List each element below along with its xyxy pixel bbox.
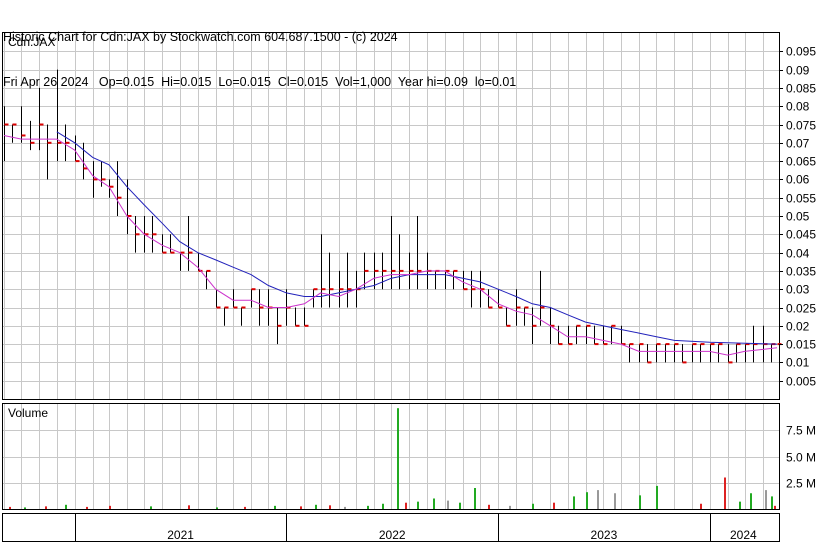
price-y-tick-label: 0.03 xyxy=(786,283,810,297)
volume-bar xyxy=(65,504,67,509)
price-y-tick-label: 0.055 xyxy=(786,192,816,206)
price-y-tick-label: 0.06 xyxy=(786,173,810,187)
price-y-tick-label: 0.005 xyxy=(786,375,816,389)
volume-bar xyxy=(397,408,399,509)
volume-y-tick-label: 2.5 M xyxy=(786,477,816,491)
volume-bar xyxy=(771,496,773,509)
volume-bar xyxy=(367,505,369,509)
price-y-tick-label: 0.04 xyxy=(786,247,810,261)
price-y-tick-label: 0.065 xyxy=(786,155,816,169)
header-title: Historic Chart for Cdn:JAX by Stockwatch… xyxy=(3,30,398,44)
volume-bar xyxy=(244,506,246,509)
volume-bar xyxy=(24,507,26,509)
volume-bar xyxy=(86,506,88,509)
volume-bar xyxy=(739,501,741,509)
volume-bar xyxy=(150,506,152,509)
volume-bar xyxy=(447,500,449,509)
volume-bar xyxy=(724,477,726,509)
volume-bar xyxy=(614,493,616,509)
header-quote: Fri Apr 26 2024 Op=0.015 Hi=0.015 Lo=0.0… xyxy=(3,75,517,89)
price-y-tick-label: 0.09 xyxy=(786,64,810,78)
volume-bar xyxy=(300,506,302,509)
volume-y-tick-label: 7.5 M xyxy=(786,424,816,438)
volume-bar xyxy=(45,506,47,509)
volume-bar xyxy=(315,504,317,509)
volume-bar xyxy=(509,505,511,509)
price-y-axis: 0.005 0.01 0.015 0.02 0.025 0.03 0.035 0.04 0.04… xyxy=(779,45,816,389)
volume-bar xyxy=(765,490,767,509)
chart-header: Historic Chart for Cdn:JAX by Stockwatch… xyxy=(3,0,516,105)
price-y-tick-label: 0.01 xyxy=(786,356,810,370)
year-label: 2024 xyxy=(730,528,757,542)
volume-bar xyxy=(474,488,476,509)
volume-bar xyxy=(433,498,435,509)
volume-bar xyxy=(329,505,331,509)
volume-bar xyxy=(405,502,407,509)
volume-bar xyxy=(382,503,384,509)
volume-bar xyxy=(586,492,588,509)
volume-bar xyxy=(573,496,575,509)
volume-bar xyxy=(488,504,490,509)
volume-bar xyxy=(216,507,218,509)
price-y-tick-label: 0.045 xyxy=(786,228,816,242)
price-y-tick-label: 0.08 xyxy=(786,100,810,114)
volume-bar xyxy=(274,505,276,509)
price-y-tick-label: 0.035 xyxy=(786,265,816,279)
price-y-tick-label: 0.02 xyxy=(786,320,810,334)
year-label: 2023 xyxy=(591,528,618,542)
volume-bar xyxy=(109,505,111,509)
volume-bar xyxy=(656,485,658,509)
volume-bar xyxy=(597,490,599,509)
price-y-tick-label: 0.015 xyxy=(786,338,816,352)
year-label: 2021 xyxy=(167,528,194,542)
volume-bar xyxy=(774,505,776,509)
volume-y-tick-label: 5.0 M xyxy=(786,451,816,465)
price-y-tick-label: 0.07 xyxy=(786,137,810,151)
volume-bar xyxy=(532,503,534,509)
volume-bar xyxy=(188,505,190,509)
price-y-tick-label: 0.095 xyxy=(786,45,816,59)
volume-bar xyxy=(553,502,555,509)
volume-title: Volume xyxy=(8,406,48,420)
price-y-tick-label: 0.075 xyxy=(786,119,816,133)
volume-y-axis: 2.5 M 5.0 M 7.5 M xyxy=(786,424,816,491)
year-label: 2022 xyxy=(379,528,406,542)
volume-bar xyxy=(459,502,461,509)
volume-bar xyxy=(417,501,419,509)
price-y-tick-label: 0.025 xyxy=(786,302,816,316)
volume-bar xyxy=(750,493,752,509)
volume-bar xyxy=(344,506,346,509)
volume-bar xyxy=(9,506,11,509)
volume-bar xyxy=(700,503,702,509)
price-y-tick-label: 0.05 xyxy=(786,210,810,224)
price-y-tick-label: 0.085 xyxy=(786,82,816,96)
volume-bar xyxy=(639,495,641,509)
